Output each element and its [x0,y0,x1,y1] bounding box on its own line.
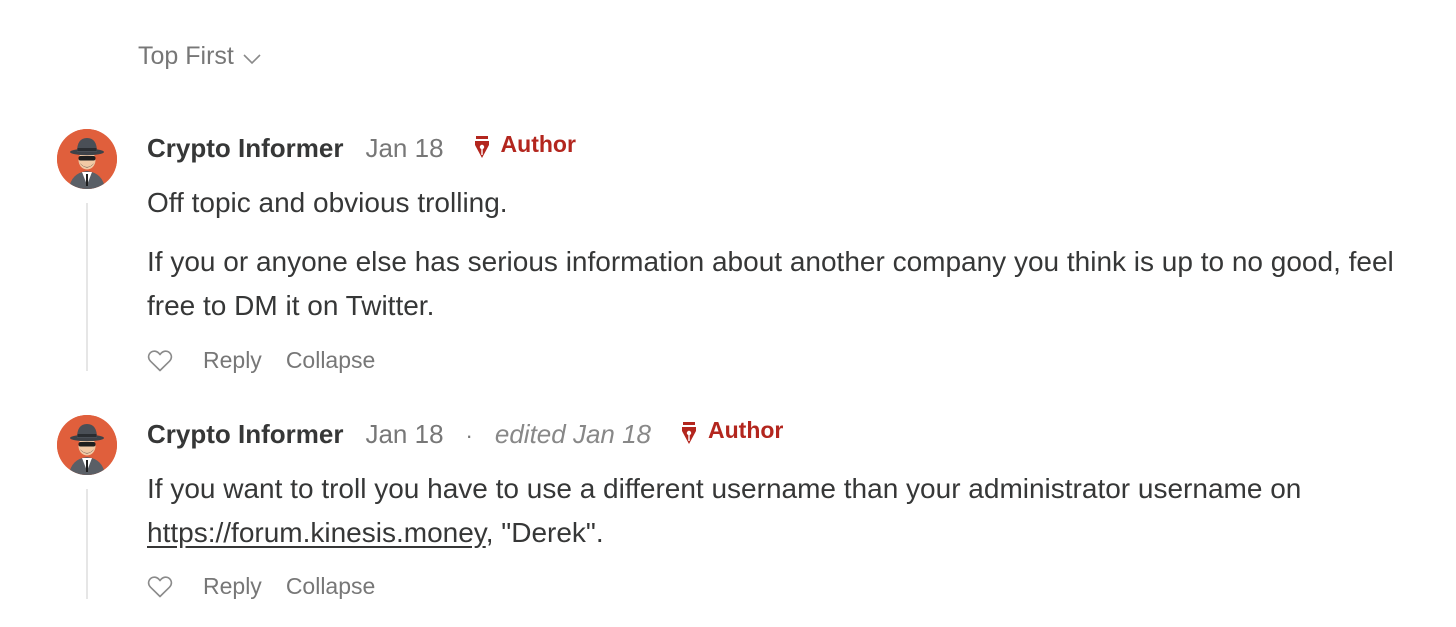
author-badge: Author [679,417,783,444]
comment-date[interactable]: Jan 18 [365,133,443,164]
comment-text: If you want to troll you have to use a d… [147,473,1302,504]
forum-link[interactable]: https://forum.kinesis.money [147,517,486,548]
edited-label: edited Jan 18 [494,418,652,449]
pen-nib-icon [682,421,697,444]
thread-line[interactable] [86,489,88,599]
comment-actions: Reply Collapse [147,347,375,374]
comment-paragraph: If you want to troll you have to use a d… [147,467,1407,555]
chevron-down-icon [243,53,261,64]
comment-paragraph: Off topic and obvious trolling. [147,187,508,218]
collapse-button[interactable]: Collapse [286,347,376,374]
comment-paragraph: If you or anyone else has serious inform… [147,246,1394,321]
spy-avatar-icon [57,129,117,189]
meta-separator: · [465,422,473,448]
commenter-name[interactable]: Crypto Informer [147,133,343,164]
comment-meta: Crypto Informer Jan 18 · edited Jan 18 A… [147,417,783,450]
comment-text: , "Derek". [485,517,604,548]
sort-dropdown[interactable]: Top First [138,42,262,71]
comment-actions: Reply Collapse [147,573,375,600]
pen-nib-icon [474,135,489,158]
spy-avatar-icon [57,415,117,475]
comment-date[interactable]: Jan 18 [365,419,443,450]
thread-line[interactable] [86,203,88,371]
reply-button[interactable]: Reply [203,347,262,374]
author-badge-label: Author [500,131,576,157]
avatar[interactable] [57,415,117,475]
collapse-button[interactable]: Collapse [286,573,376,600]
heart-icon[interactable] [147,575,173,599]
avatar[interactable] [57,129,117,189]
author-badge: Author [472,131,576,158]
commenter-name[interactable]: Crypto Informer [147,419,343,450]
author-badge-label: Author [708,417,784,443]
sort-label: Top First [138,42,234,70]
reply-button[interactable]: Reply [203,573,262,600]
comment-meta: Crypto Informer Jan 18 Author [147,131,576,164]
heart-icon[interactable] [147,349,173,373]
